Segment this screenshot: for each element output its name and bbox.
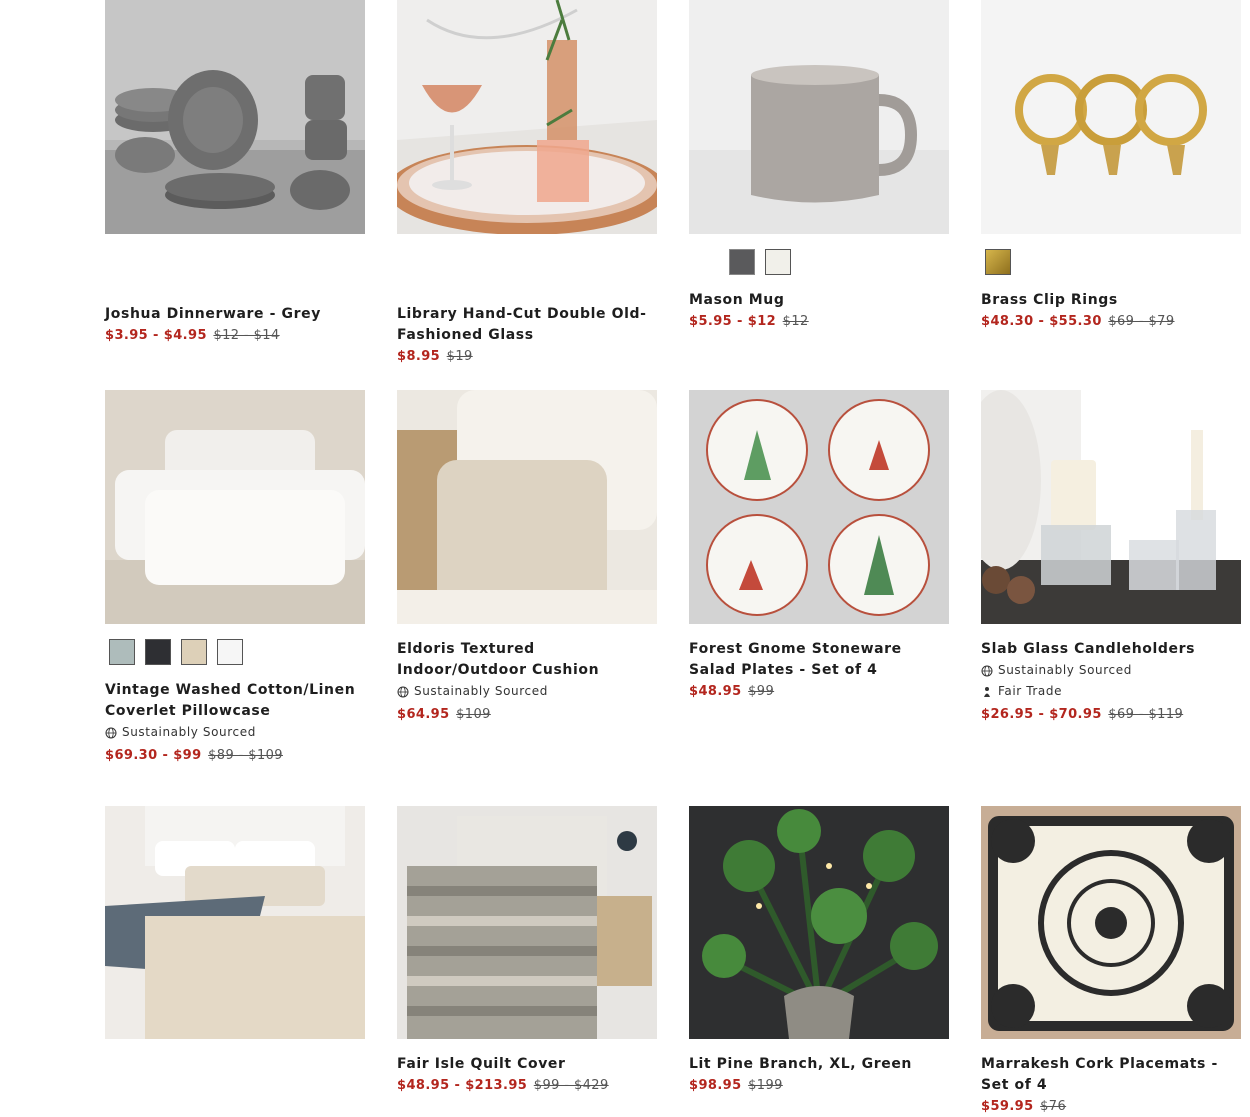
- product-image[interactable]: [981, 0, 1241, 234]
- product-card[interactable]: Lit Pine Branch, XL, Green $98.95 $199: [689, 806, 950, 1117]
- swatch-list: [689, 234, 950, 290]
- product-card[interactable]: Fair Isle Quilt Cover $48.95 - $213.95 $…: [397, 806, 658, 1117]
- sale-price: $69.30 - $99: [105, 748, 202, 763]
- original-price: $99: [748, 684, 775, 699]
- color-swatch[interactable]: [145, 639, 171, 665]
- sale-price: $59.95: [981, 1099, 1034, 1114]
- product-price: $59.95 $76: [981, 1096, 1242, 1117]
- sale-price: $64.95: [397, 707, 450, 722]
- product-title[interactable]: Forest Gnome Stoneware Salad Plates - Se…: [689, 639, 950, 681]
- product-image[interactable]: [105, 0, 365, 234]
- product-image[interactable]: [397, 0, 657, 234]
- product-row-3: Fair Isle Quilt Cover $48.95 - $213.95 $…: [105, 806, 1242, 1117]
- badge-label: Fair Trade: [998, 684, 1063, 698]
- sustainably-sourced-badge: Sustainably Sourced: [981, 660, 1242, 681]
- sale-price: $48.30 - $55.30: [981, 314, 1102, 329]
- color-swatch[interactable]: [181, 639, 207, 665]
- original-price: $109: [456, 707, 491, 722]
- color-swatch[interactable]: [765, 249, 791, 275]
- product-title[interactable]: Slab Glass Candleholders: [981, 639, 1242, 660]
- product-title[interactable]: Marrakesh Cork Placemats - Set of 4: [981, 1054, 1242, 1096]
- product-card[interactable]: Vintage Washed Cotton/Linen Coverlet Pil…: [105, 390, 366, 766]
- product-card[interactable]: Marrakesh Cork Placemats - Set of 4 $59.…: [981, 806, 1242, 1117]
- product-card[interactable]: Brass Clip Rings $48.30 - $55.30 $69 - $…: [981, 0, 1242, 367]
- product-price: $64.95 $109: [397, 704, 658, 725]
- sale-price: $48.95 - $213.95: [397, 1078, 528, 1093]
- globe-icon: [981, 665, 993, 676]
- product-price: $69.30 - $99 $89 - $109: [105, 745, 366, 766]
- color-swatch[interactable]: [985, 249, 1011, 275]
- swatch-list: [105, 624, 366, 680]
- product-card[interactable]: Forest Gnome Stoneware Salad Plates - Se…: [689, 390, 950, 766]
- globe-icon: [397, 686, 409, 697]
- product-price: $5.95 - $12 $12: [689, 311, 950, 332]
- product-card[interactable]: [105, 806, 366, 1117]
- original-price: $12 - $14: [213, 328, 280, 343]
- product-price: $48.95 $99: [689, 681, 950, 702]
- sale-price: $8.95: [397, 349, 441, 364]
- product-title[interactable]: Mason Mug: [689, 290, 950, 311]
- product-price: $3.95 - $4.95 $12 - $14: [105, 325, 366, 346]
- product-image[interactable]: [689, 0, 949, 234]
- sale-price: $98.95: [689, 1078, 742, 1093]
- product-row-2: Vintage Washed Cotton/Linen Coverlet Pil…: [105, 390, 1242, 766]
- product-card[interactable]: Joshua Dinnerware - Grey $3.95 - $4.95 $…: [105, 0, 366, 367]
- original-price: $89 - $109: [208, 748, 283, 763]
- sustainably-sourced-badge: Sustainably Sourced: [397, 681, 658, 702]
- product-title[interactable]: Fair Isle Quilt Cover: [397, 1054, 658, 1075]
- product-image[interactable]: [689, 806, 949, 1039]
- original-price: $199: [748, 1078, 783, 1093]
- product-title[interactable]: Brass Clip Rings: [981, 290, 1242, 311]
- product-card[interactable]: Mason Mug $5.95 - $12 $12: [689, 0, 950, 367]
- product-image[interactable]: [105, 806, 365, 1039]
- original-price: $19: [446, 349, 473, 364]
- product-card[interactable]: Library Hand-Cut Double Old-Fashioned Gl…: [397, 0, 658, 367]
- original-price: $99 - $429: [533, 1078, 609, 1093]
- product-title[interactable]: Vintage Washed Cotton/Linen Coverlet Pil…: [105, 680, 366, 722]
- product-title[interactable]: Lit Pine Branch, XL, Green: [689, 1054, 950, 1075]
- color-swatch[interactable]: [729, 249, 755, 275]
- product-price: $26.95 - $70.95 $69 - $119: [981, 704, 1242, 725]
- product-image[interactable]: [105, 390, 365, 624]
- original-price: $69 - $119: [1108, 707, 1184, 722]
- color-swatch[interactable]: [217, 639, 243, 665]
- product-image[interactable]: [689, 390, 949, 624]
- sale-price: $3.95 - $4.95: [105, 328, 207, 343]
- original-price: $12: [782, 314, 809, 329]
- swatch-list: [105, 234, 366, 304]
- badge-label: Sustainably Sourced: [998, 663, 1132, 677]
- product-card[interactable]: Eldoris Textured Indoor/Outdoor Cushion …: [397, 390, 658, 766]
- swatch-list: [981, 234, 1242, 290]
- swatch-list: [397, 234, 658, 304]
- product-price: $98.95 $199: [689, 1075, 950, 1096]
- sale-price: $5.95 - $12: [689, 314, 777, 329]
- original-price: $69 - $79: [1108, 314, 1175, 329]
- product-card[interactable]: Slab Glass Candleholders Sustainably Sou…: [981, 390, 1242, 766]
- product-image[interactable]: [981, 806, 1241, 1039]
- sale-price: $48.95: [689, 684, 742, 699]
- product-title[interactable]: Eldoris Textured Indoor/Outdoor Cushion: [397, 639, 658, 681]
- color-swatch[interactable]: [109, 639, 135, 665]
- product-image[interactable]: [397, 390, 657, 624]
- product-row-1: Joshua Dinnerware - Grey $3.95 - $4.95 $…: [105, 0, 1242, 367]
- sustainably-sourced-badge: Sustainably Sourced: [105, 722, 366, 743]
- badge-label: Sustainably Sourced: [414, 684, 548, 698]
- globe-icon: [105, 727, 117, 738]
- product-price: $48.95 - $213.95 $99 - $429: [397, 1075, 658, 1096]
- product-price: $48.30 - $55.30 $69 - $79: [981, 311, 1242, 332]
- product-image[interactable]: [397, 806, 657, 1039]
- sale-price: $26.95 - $70.95: [981, 707, 1102, 722]
- badge-label: Sustainably Sourced: [122, 725, 256, 739]
- product-image[interactable]: [981, 390, 1241, 624]
- fair-trade-icon: [984, 686, 990, 697]
- product-title[interactable]: Library Hand-Cut Double Old-Fashioned Gl…: [397, 304, 658, 346]
- original-price: $76: [1040, 1099, 1067, 1114]
- product-title[interactable]: Joshua Dinnerware - Grey: [105, 304, 366, 325]
- product-price: $8.95 $19: [397, 346, 658, 367]
- fair-trade-badge: Fair Trade: [981, 681, 1242, 702]
